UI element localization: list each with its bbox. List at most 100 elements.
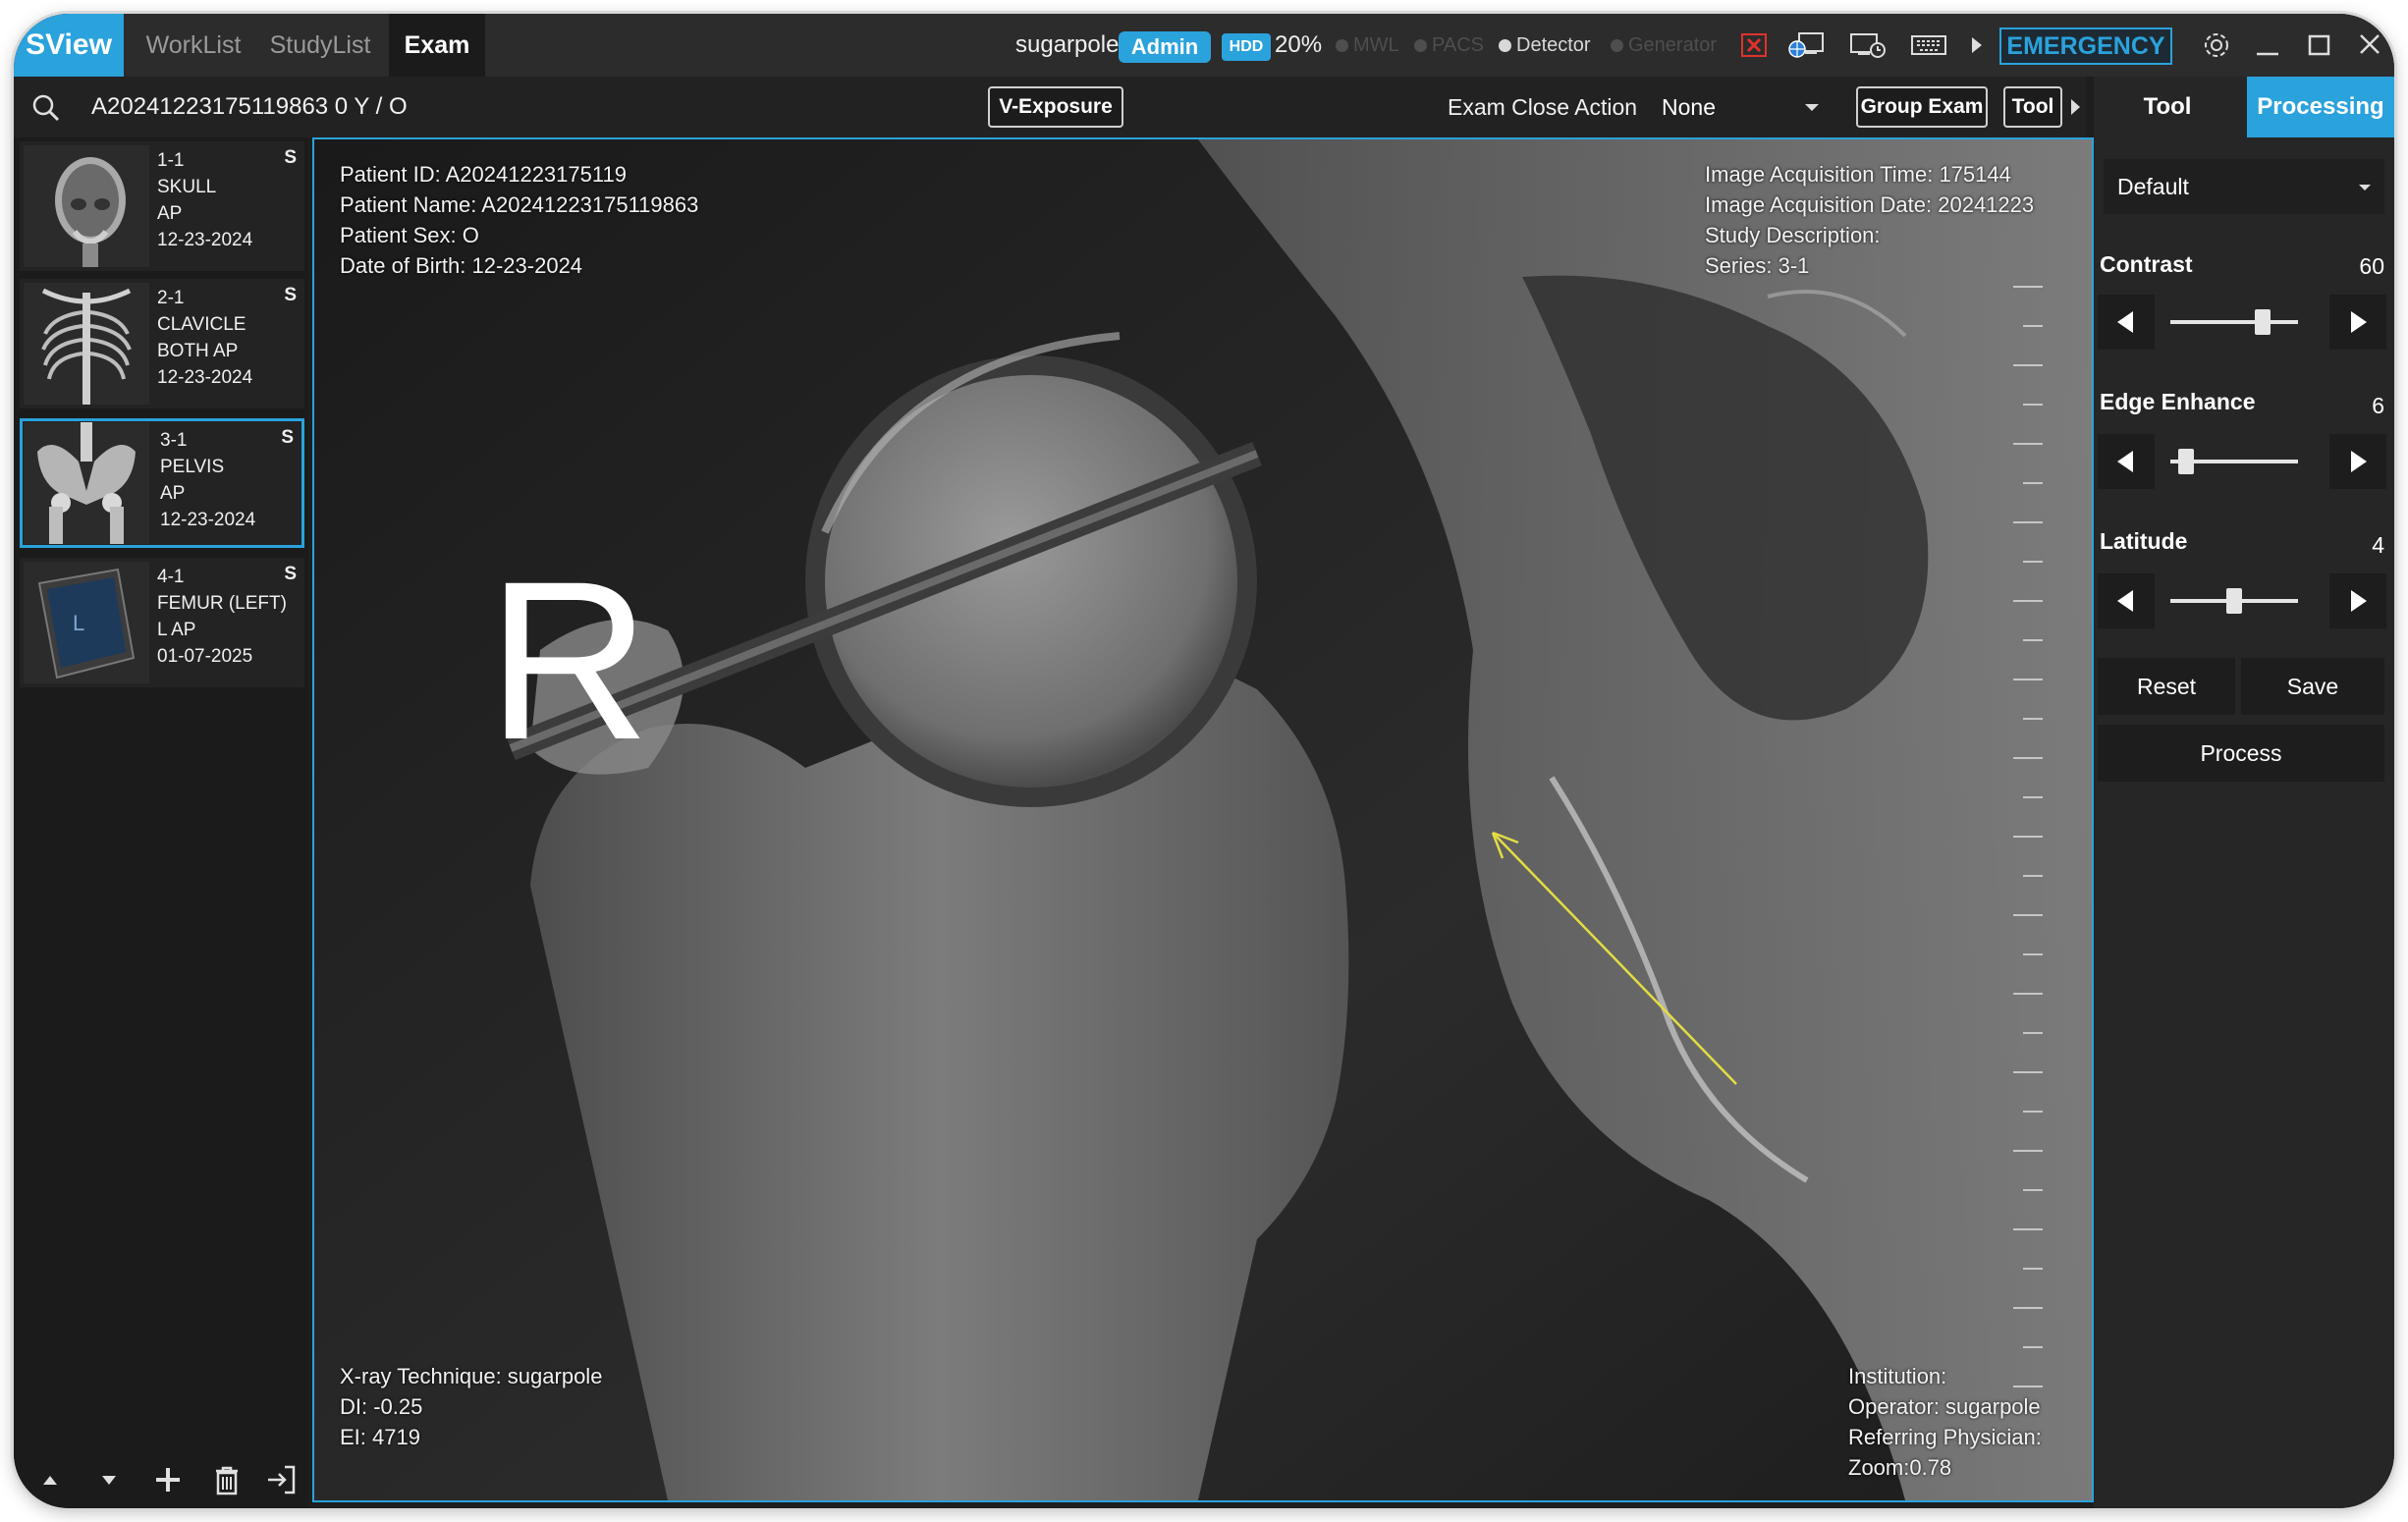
remote-display-icon[interactable]: [1848, 29, 1888, 61]
edge-enhance-slider-knob[interactable]: [2177, 449, 2194, 474]
status-dot-icon: [1336, 39, 1348, 52]
v-exposure-button[interactable]: V-Exposure: [988, 86, 1123, 128]
latitude-slider-knob[interactable]: [2226, 588, 2242, 614]
app-brand: SView: [14, 14, 124, 77]
femur-thumbnail: L: [24, 562, 149, 683]
series-toolbar: [14, 1449, 308, 1508]
exam-close-label: Exam Close Action: [1448, 94, 1638, 120]
contrast-decrease-button[interactable]: [2098, 295, 2155, 350]
svg-text:L: L: [73, 611, 84, 635]
latitude-label: Latitude: [2100, 528, 2188, 554]
app-window: SView WorkList StudyList Exam sugarpole …: [14, 14, 2394, 1508]
processing-panel: Tool Processing Default Contrast 60 Edge…: [2094, 77, 2394, 1508]
exam-toolbar: A20241223175119863 0 Y / O V-Exposure Ex…: [14, 77, 2086, 137]
status-detector: Detector: [1499, 14, 1591, 77]
arrow-left-icon: [2117, 311, 2133, 333]
tab-worklist[interactable]: WorkList: [136, 14, 251, 77]
status-generator: Generator: [1611, 14, 1717, 77]
tab-exam[interactable]: Exam: [389, 14, 485, 77]
chevron-down-icon: [2359, 185, 2371, 190]
overlay-top-right: Image Acquisition Time: 175144 Image Acqu…: [1705, 162, 2035, 278]
latitude-increase-button[interactable]: [2329, 573, 2386, 628]
skull-thumbnail: [24, 145, 149, 267]
gear-icon[interactable]: [2200, 29, 2233, 61]
exam-close-dropdown[interactable]: None: [1652, 86, 1829, 128]
series-info: 4-1 FEMUR (LEFT) L AP 01-07-2025: [157, 567, 287, 667]
preset-dropdown[interactable]: Default: [2104, 159, 2384, 214]
network-monitor-icon[interactable]: [1787, 29, 1827, 61]
move-down-icon[interactable]: [92, 1463, 126, 1496]
patient-summary: A20241223175119863 0 Y / O: [91, 93, 408, 120]
status-dot-icon: [1499, 39, 1511, 52]
orientation-marker: R: [487, 534, 651, 787]
reset-button[interactable]: Reset: [2098, 658, 2235, 715]
tab-tool[interactable]: Tool: [2094, 77, 2241, 137]
emergency-button[interactable]: EMERGENCY: [1999, 27, 2172, 65]
tab-studylist[interactable]: StudyList: [257, 14, 383, 77]
search-icon[interactable]: [29, 91, 63, 123]
chevron-down-icon: [1805, 104, 1819, 111]
status-dot-icon: [1611, 39, 1623, 52]
top-bar: SView WorkList StudyList Exam sugarpole …: [14, 14, 2394, 77]
play-icon[interactable]: [1964, 29, 1990, 61]
edge-enhance-increase-button[interactable]: [2329, 434, 2386, 489]
xray-image[interactable]: [314, 139, 2092, 1500]
move-up-icon[interactable]: [33, 1463, 67, 1496]
maximize-icon[interactable]: [2302, 29, 2335, 61]
arrow-right-icon: [2351, 590, 2367, 612]
arrow-left-icon: [2117, 590, 2133, 612]
series-item[interactable]: 1-1 SKULL AP 12-23-2024 S: [20, 141, 304, 271]
hdd-badge: HDD: [1222, 33, 1271, 61]
arrow-left-icon: [2117, 451, 2133, 472]
pelvis-thumbnail: [24, 422, 149, 544]
latitude-value: 4: [2372, 532, 2384, 558]
series-item[interactable]: L 4-1 FEMUR (LEFT) L AP 01-07-2025 S: [20, 558, 304, 687]
trash-icon[interactable]: [210, 1463, 244, 1496]
contrast-slider[interactable]: [2170, 320, 2298, 324]
series-info: 2-1 CLAVICLE BOTH AP 12-23-2024: [157, 288, 253, 388]
edge-enhance-label: Edge Enhance: [2100, 389, 2256, 414]
edge-enhance-decrease-button[interactable]: [2098, 434, 2155, 489]
error-icon[interactable]: [1738, 29, 1772, 61]
keyboard-icon[interactable]: [1909, 29, 1948, 61]
add-icon[interactable]: [151, 1463, 185, 1496]
series-flag: S: [284, 285, 297, 305]
expand-arrow-icon[interactable]: [2066, 91, 2086, 123]
export-icon[interactable]: [265, 1463, 299, 1496]
status-dot-icon: [1414, 39, 1427, 52]
current-user: sugarpole: [1015, 31, 1120, 58]
contrast-slider-knob[interactable]: [2254, 309, 2271, 335]
save-button[interactable]: Save: [2241, 658, 2384, 715]
series-flag: S: [281, 427, 294, 448]
image-viewer[interactable]: R Patient ID: A20241223175119 Patient Nam…: [312, 137, 2094, 1502]
series-item-selected[interactable]: 3-1 PELVIS AP 12-23-2024 S: [20, 418, 304, 548]
minimize-icon[interactable]: [2251, 29, 2284, 61]
latitude-decrease-button[interactable]: [2098, 573, 2155, 628]
close-icon[interactable]: [2353, 29, 2386, 61]
overlay-top-left: Patient ID: A20241223175119 Patient Name:…: [340, 162, 699, 278]
edge-enhance-value: 6: [2372, 393, 2384, 418]
tool-button[interactable]: Tool: [2003, 86, 2062, 128]
contrast-value: 60: [2359, 253, 2384, 279]
chest-thumbnail: [24, 283, 149, 405]
status-pacs: PACS: [1414, 14, 1484, 77]
tab-processing[interactable]: Processing: [2247, 77, 2394, 137]
group-exam-button[interactable]: Group Exam: [1856, 86, 1988, 128]
series-info: 3-1 PELVIS AP 12-23-2024: [160, 430, 256, 530]
status-mwl: MWL: [1336, 14, 1399, 77]
series-flag: S: [284, 564, 297, 584]
preset-value: Default: [2117, 174, 2189, 199]
overlay-bottom-right: Institution: Operator: sugarpole Referring…: [1848, 1364, 2042, 1480]
hdd-usage: 20%: [1275, 31, 1323, 58]
series-panel: 1-1 SKULL AP 12-23-2024 S 2-1 CLAVICLE BOTH A…: [14, 137, 308, 1508]
contrast-increase-button[interactable]: [2329, 295, 2386, 350]
arrow-right-icon: [2351, 451, 2367, 472]
series-item[interactable]: 2-1 CLAVICLE BOTH AP 12-23-2024 S: [20, 279, 304, 408]
arrow-right-icon: [2351, 311, 2367, 333]
role-badge: Admin: [1119, 31, 1211, 63]
process-button[interactable]: Process: [2098, 725, 2384, 782]
series-flag: S: [284, 147, 297, 168]
exam-close-value: None: [1662, 94, 1716, 120]
overlay-bottom-left: X-ray Technique: sugarpole DI: -0.25 EI: 4…: [340, 1364, 603, 1449]
contrast-label: Contrast: [2100, 251, 2193, 277]
